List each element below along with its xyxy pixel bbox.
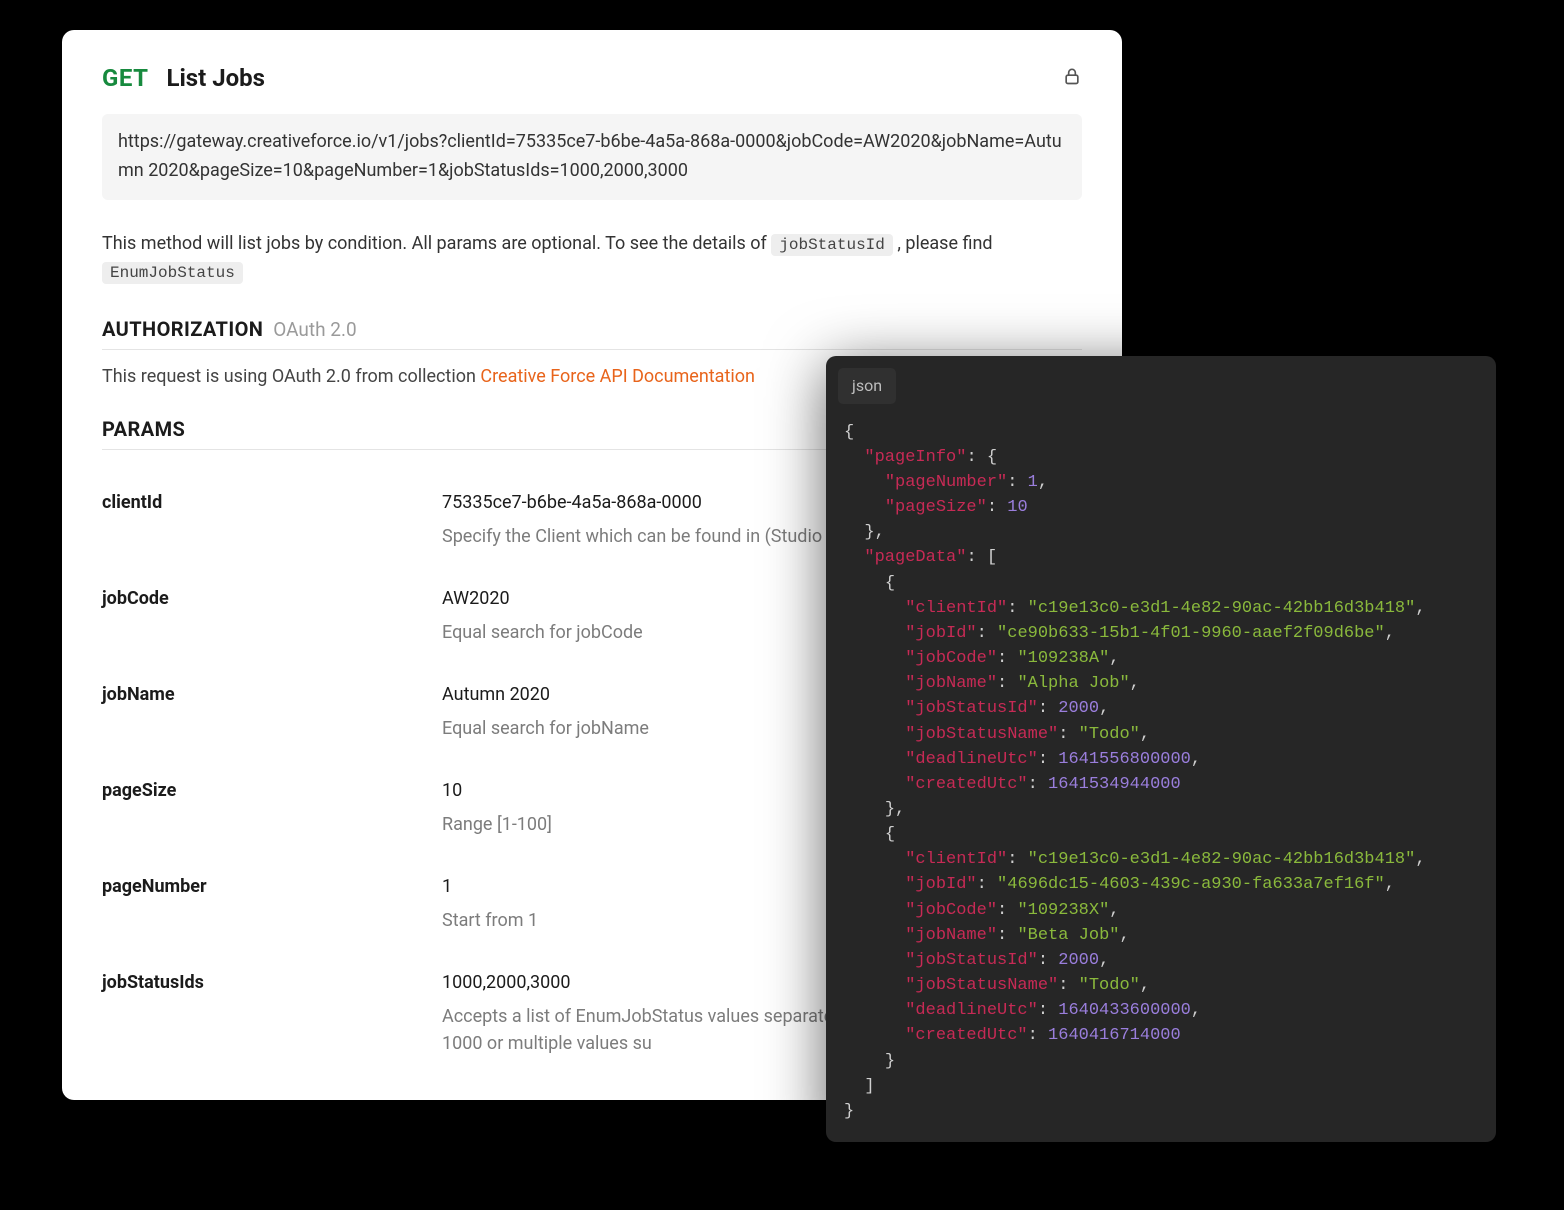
auth-note-prefix: This request is using OAuth 2.0 from col… (102, 366, 480, 387)
param-name: pageNumber (102, 876, 442, 934)
response-tab-json[interactable]: json (838, 368, 896, 404)
request-url[interactable]: https://gateway.creativeforce.io/v1/jobs… (102, 114, 1082, 200)
param-name: jobCode (102, 588, 442, 646)
endpoint-title: List Jobs (166, 64, 265, 92)
auth-section-head: AUTHORIZATION OAuth 2.0 (102, 317, 1082, 350)
desc-code-enum: EnumJobStatus (102, 262, 243, 284)
auth-type: OAuth 2.0 (273, 318, 356, 341)
header-row: GET List Jobs (102, 64, 1082, 92)
desc-prefix: This method will list jobs by condition.… (102, 233, 771, 254)
desc-middle: , please find (897, 233, 992, 254)
response-body[interactable]: { "pageInfo": { "pageNumber": 1, "pageSi… (826, 412, 1496, 1124)
response-panel: json { "pageInfo": { "pageNumber": 1, "p… (826, 356, 1496, 1142)
auth-collection-link[interactable]: Creative Force API Documentation (480, 366, 755, 387)
desc-code-jobstatusid: jobStatusId (771, 234, 893, 256)
param-name: pageSize (102, 780, 442, 838)
auth-label: AUTHORIZATION (102, 317, 263, 341)
response-tabs: json (826, 368, 1496, 412)
params-label: PARAMS (102, 417, 185, 441)
param-name: jobStatusIds (102, 972, 442, 1057)
param-name: jobName (102, 684, 442, 742)
header-left: GET List Jobs (102, 64, 265, 92)
param-name: clientId (102, 492, 442, 550)
endpoint-description: This method will list jobs by condition.… (102, 230, 1082, 288)
lock-icon (1062, 66, 1082, 90)
http-method: GET (102, 64, 148, 92)
